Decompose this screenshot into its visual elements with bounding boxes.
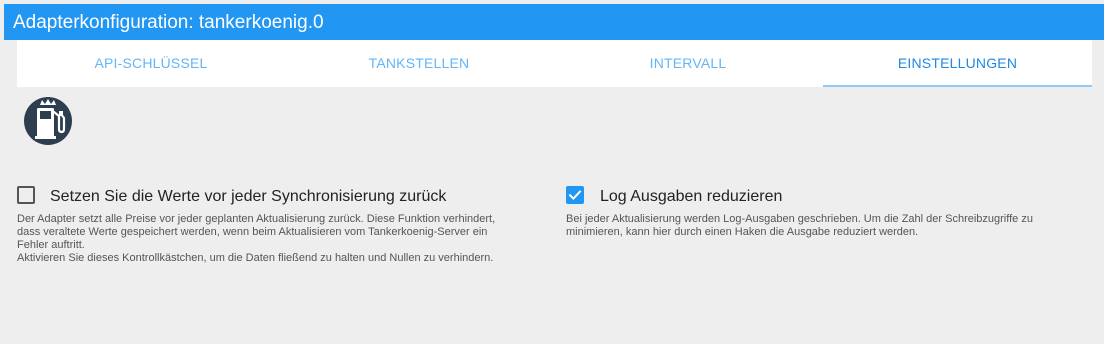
- help-line: Der Adapter setzt alle Preise vor jeder …: [17, 213, 496, 225]
- tab-settings-label: EINSTELLUNGEN: [897, 55, 1018, 71]
- help-line: Aktivieren Sie dieses Kontrollkästchen, …: [17, 252, 494, 264]
- help-line: minimieren, kann hier durch einen Haken …: [566, 226, 919, 238]
- fuel-pump-icon: [23, 96, 73, 146]
- tab-api-key[interactable]: API-SCHLÜSSEL: [17, 40, 285, 87]
- tab-interval[interactable]: INTERVALL: [553, 40, 823, 87]
- reset-values-checkbox[interactable]: [17, 186, 35, 204]
- reduce-log-label: Log Ausgaben reduzieren: [600, 188, 783, 205]
- tab-settings[interactable]: EINSTELLUNGEN: [823, 40, 1092, 87]
- tab-bar: API-SCHLÜSSEL TANKSTELLEN INTERVALL EINS…: [17, 40, 1092, 87]
- window-title: Adapterkonfiguration: tankerkoenig.0: [4, 4, 1104, 40]
- checkmark-icon: [568, 190, 582, 201]
- tab-interval-label: INTERVALL: [649, 55, 727, 71]
- tab-stations[interactable]: TANKSTELLEN: [285, 40, 553, 87]
- reset-values-help: Der Adapter setzt alle Preise vor jeder …: [17, 213, 495, 265]
- reduce-log-checkbox[interactable]: [566, 186, 584, 204]
- help-line: Bei jeder Aktualisierung werden Log-Ausg…: [566, 213, 1033, 225]
- tab-api-key-label: API-SCHLÜSSEL: [94, 55, 208, 71]
- help-line: Fehler auftritt.: [17, 239, 85, 251]
- tab-stations-label: TANKSTELLEN: [368, 55, 470, 71]
- reset-values-label: Setzen Sie die Werte vor jeder Synchroni…: [50, 188, 447, 205]
- active-tab-indicator: [823, 85, 1092, 87]
- reduce-log-help: Bei jeder Aktualisierung werden Log-Ausg…: [566, 213, 1033, 239]
- help-line: dass veraltete Werte gespeichert werden,…: [17, 226, 488, 238]
- adapter-config-page: Adapterkonfiguration: tankerkoenig.0 API…: [0, 0, 1104, 344]
